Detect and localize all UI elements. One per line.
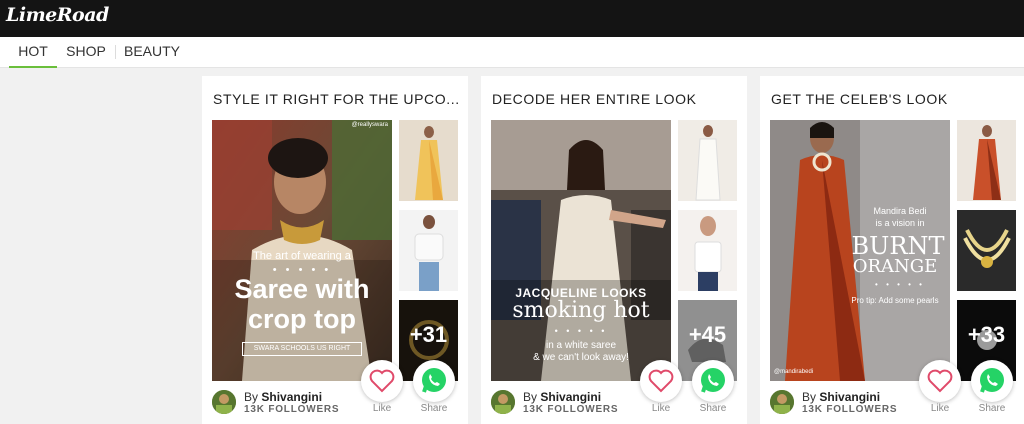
author-line: By Shivangini [244, 390, 322, 404]
avatar[interactable] [491, 390, 515, 414]
product-thumb[interactable] [957, 120, 1016, 201]
main-look-image[interactable]: The art of wearing a • • • • • Saree wit… [212, 120, 392, 381]
overlay-handle: @reallyswara [351, 122, 388, 128]
overlay-headline-2: crop top [248, 304, 356, 334]
more-count: +45 [688, 322, 727, 347]
saree-orange-thumb [957, 120, 1016, 201]
share-label: Share [978, 403, 1006, 414]
overlay-small-text: The art of wearing a [253, 250, 351, 262]
camisole-thumb [678, 210, 737, 291]
heart-icon [648, 369, 674, 393]
product-thumb[interactable] [399, 120, 458, 201]
overlay-dots: • • • • • [875, 280, 925, 289]
followers-count: 13K FOLLOWERS [244, 404, 340, 415]
story-card[interactable]: STYLE IT RIGHT FOR THE UPCO... The art o… [202, 76, 468, 424]
product-thumb[interactable] [678, 120, 737, 201]
avatar-image [770, 390, 794, 414]
heart-icon [927, 369, 953, 393]
author-line: By Shivangini [802, 390, 880, 404]
heart-icon [369, 369, 395, 393]
by-label: By [802, 390, 817, 404]
like-button[interactable] [640, 360, 682, 402]
like-label: Like [372, 403, 392, 414]
author-name[interactable]: Shivangini [540, 390, 601, 404]
saree-yellow-thumb [399, 120, 458, 201]
top-bar: LimeRoad [0, 0, 1024, 37]
overlay-line-2: smoking hot [512, 298, 650, 323]
whatsapp-share-button[interactable] [413, 360, 455, 402]
like-button[interactable] [919, 360, 961, 402]
by-label: By [523, 390, 538, 404]
like-button[interactable] [361, 360, 403, 402]
avatar[interactable] [212, 390, 236, 414]
more-count: +33 [967, 322, 1006, 347]
overlay-big-2: ORANGE [852, 256, 938, 277]
overlay-handle: @mandirabedi [774, 369, 814, 375]
saree-white-thumb [678, 120, 737, 201]
category-nav: HOT SHOP BEAUTY [0, 37, 1024, 68]
avatar[interactable] [770, 390, 794, 414]
product-thumb[interactable] [678, 210, 737, 291]
product-thumb[interactable] [399, 210, 458, 291]
whatsapp-share-button[interactable] [971, 360, 1013, 402]
crop-top-thumb [399, 210, 458, 291]
share-label: Share [420, 403, 448, 414]
card-title[interactable]: GET THE CELEB'S LOOK [771, 91, 1017, 107]
overlay-dots: • • • • • [554, 326, 608, 336]
tab-beauty[interactable]: BEAUTY [121, 37, 183, 68]
pearl-necklace-thumb [957, 210, 1016, 291]
card-title[interactable]: STYLE IT RIGHT FOR THE UPCO... [213, 91, 459, 107]
like-label: Like [930, 403, 950, 414]
story-card[interactable]: DECODE HER ENTIRE LOOK JACQUELINE LOOKS … [481, 76, 747, 424]
overlay-line-1: Mandira Bedi [873, 206, 927, 216]
avatar-image [491, 390, 515, 414]
share-label: Share [699, 403, 727, 414]
tab-shop[interactable]: SHOP [62, 37, 110, 68]
whatsapp-icon [701, 368, 725, 393]
avatar-image [212, 390, 236, 414]
overlay-headline-1: Saree with [234, 274, 370, 304]
nav-divider [115, 45, 116, 59]
by-label: By [244, 390, 259, 404]
like-label: Like [651, 403, 671, 414]
tab-hot[interactable]: HOT [9, 37, 57, 68]
main-look-image[interactable]: Mandira Bedi is a vision in BURNT ORANGE… [770, 120, 950, 381]
author-name[interactable]: Shivangini [261, 390, 322, 404]
whatsapp-icon [422, 368, 446, 393]
main-look-image[interactable]: JACQUELINE LOOKS smoking hot • • • • • i… [491, 120, 671, 381]
story-card[interactable]: GET THE CELEB'S LOOK Mandira Bedi is a v… [760, 76, 1024, 424]
author-line: By Shivangini [523, 390, 601, 404]
overlay-tip: Pro tip: Add some pearls [851, 296, 939, 305]
overlay-line-3: in a white saree [545, 340, 617, 351]
whatsapp-share-button[interactable] [692, 360, 734, 402]
followers-count: 13K FOLLOWERS [523, 404, 619, 415]
more-count: +31 [409, 322, 448, 347]
card-title[interactable]: DECODE HER ENTIRE LOOK [492, 91, 738, 107]
overlay-line-2: is a vision in [875, 218, 925, 228]
product-thumb[interactable] [957, 210, 1016, 291]
author-name[interactable]: Shivangini [819, 390, 880, 404]
whatsapp-icon [980, 368, 1004, 393]
followers-count: 13K FOLLOWERS [802, 404, 898, 415]
logo[interactable]: LimeRoad [6, 4, 109, 26]
overlay-tag: SWARA SCHOOLS US RIGHT [242, 342, 362, 356]
